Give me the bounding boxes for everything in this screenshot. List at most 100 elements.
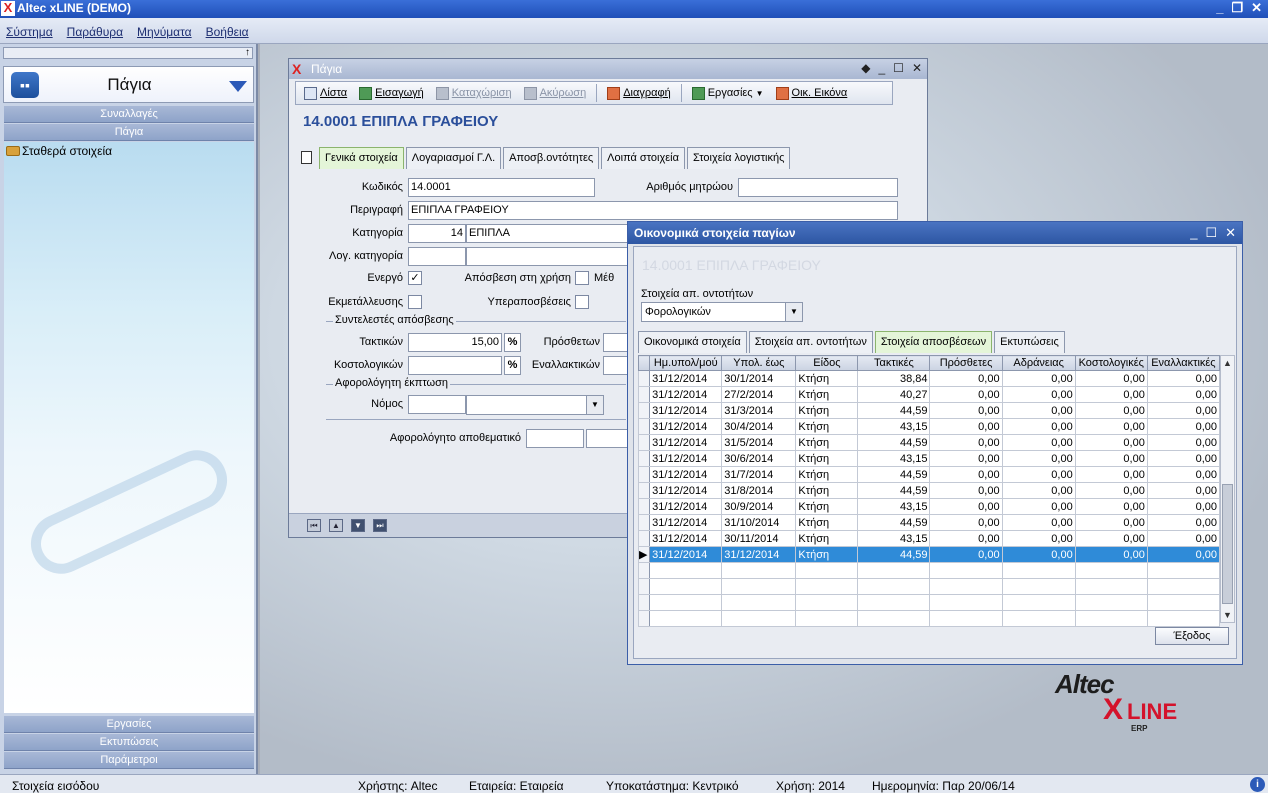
tab-economic-data[interactable]: Οικονομικά στοιχεία xyxy=(638,331,747,353)
table-cell[interactable]: 0,00 xyxy=(1146,546,1221,563)
panel-splitter[interactable]: ↑ xyxy=(3,47,253,59)
tab-depreciation-data[interactable]: Στοιχεία αποσβέσεων xyxy=(874,331,993,353)
restore-icon[interactable]: ❐ xyxy=(1231,0,1243,16)
table-cell[interactable] xyxy=(721,610,797,627)
table-cell[interactable]: 30/9/2014 xyxy=(721,498,797,515)
close-icon[interactable]: ✕ xyxy=(1225,225,1236,241)
maximize-icon[interactable]: ☐ xyxy=(893,61,904,75)
table-cell[interactable] xyxy=(1074,578,1148,595)
table-cell[interactable]: 0,00 xyxy=(1074,530,1148,547)
menu-messages[interactable]: Μηνύματα xyxy=(137,25,192,39)
table-cell[interactable]: 0,00 xyxy=(1074,482,1148,499)
table-cell[interactable]: 31/12/2014 xyxy=(649,466,723,483)
sidebar-section-transactions[interactable]: Συναλλαγές xyxy=(4,106,254,123)
table-cell[interactable]: 0,00 xyxy=(929,402,1003,419)
table-cell[interactable]: 0,00 xyxy=(1001,530,1076,547)
table-cell[interactable]: Κτήση xyxy=(795,546,859,563)
sidebar-section-parameters[interactable]: Παράμετροι xyxy=(4,752,254,769)
table-cell[interactable]: 0,00 xyxy=(1074,434,1148,451)
table-cell[interactable]: Κτήση xyxy=(795,482,859,499)
depreciation-in-use-checkbox[interactable] xyxy=(575,271,589,285)
table-cell[interactable]: 0,00 xyxy=(1146,450,1221,467)
table-row[interactable] xyxy=(637,594,1221,611)
table-cell[interactable]: 0,00 xyxy=(929,514,1003,531)
table-cell[interactable] xyxy=(649,578,723,595)
sidebar-section-prints[interactable]: Εκτυπώσεις xyxy=(4,734,254,751)
table-cell[interactable]: 44,59 xyxy=(857,514,931,531)
tab-prints[interactable]: Εκτυπώσεις xyxy=(994,331,1065,353)
table-cell[interactable] xyxy=(1146,594,1221,611)
table-cell[interactable]: 31/12/2014 xyxy=(649,370,723,387)
law-code-field[interactable] xyxy=(408,395,466,414)
table-row[interactable]: 31/12/2014 27/2/2014 Κτήση 40,27 0,00 0,00 0,0… xyxy=(637,386,1221,403)
exploitation-checkbox[interactable] xyxy=(408,295,422,309)
table-cell[interactable]: 44,59 xyxy=(857,546,931,563)
import-button[interactable]: Εισαγωγή xyxy=(355,86,428,100)
table-cell[interactable] xyxy=(795,578,859,595)
table-cell[interactable] xyxy=(857,594,931,611)
table-cell[interactable]: 0,00 xyxy=(1146,370,1221,387)
table-cell[interactable]: 31/5/2014 xyxy=(721,434,797,451)
tab-gl-accounts[interactable]: Λογαριασμοί Γ.Λ. xyxy=(405,147,502,169)
regular-rate-field[interactable]: 15,00 xyxy=(408,333,502,352)
pin-icon[interactable]: ↑ xyxy=(245,47,250,58)
table-cell[interactable]: 31/12/2014 xyxy=(649,514,723,531)
table-cell[interactable] xyxy=(1146,562,1221,579)
table-cell[interactable]: Κτήση xyxy=(795,450,859,467)
table-row[interactable]: 31/12/2014 31/8/2014 Κτήση 44,59 0,00 0,00 0,0… xyxy=(637,482,1221,499)
table-cell[interactable]: 31/12/2014 xyxy=(649,530,723,547)
table-cell[interactable]: 27/2/2014 xyxy=(721,386,797,403)
table-cell[interactable]: 0,00 xyxy=(1074,546,1148,563)
first-record-button[interactable]: ⏮ xyxy=(307,519,321,532)
table-cell[interactable] xyxy=(1001,610,1076,627)
table-cell[interactable]: 0,00 xyxy=(1074,498,1148,515)
table-cell[interactable]: 30/6/2014 xyxy=(721,450,797,467)
table-cell[interactable]: 0,00 xyxy=(929,466,1003,483)
sidebar-section-assets[interactable]: Πάγια xyxy=(4,124,254,141)
table-cell[interactable]: 31/7/2014 xyxy=(721,466,797,483)
table-row[interactable] xyxy=(637,578,1221,595)
table-cell[interactable]: 31/12/2014 xyxy=(649,546,723,563)
menu-windows[interactable]: Παράθυρα xyxy=(67,25,123,39)
table-cell[interactable]: 31/12/2014 xyxy=(649,450,723,467)
table-row[interactable]: ▶ 31/12/2014 31/12/2014 Κτήση 44,59 0,00 0,00 0… xyxy=(637,546,1221,563)
delete-button[interactable]: Διαγραφή xyxy=(603,86,675,100)
table-cell[interactable] xyxy=(649,562,723,579)
tab-other[interactable]: Λοιπά στοιχεία xyxy=(601,147,685,169)
table-cell[interactable]: 30/1/2014 xyxy=(721,370,797,387)
table-cell[interactable]: 31/12/2014 xyxy=(649,418,723,435)
table-cell[interactable] xyxy=(795,594,859,611)
table-cell[interactable]: 0,00 xyxy=(1001,546,1076,563)
table-row[interactable]: 31/12/2014 31/5/2014 Κτήση 44,59 0,00 0,00 0,0… xyxy=(637,434,1221,451)
table-cell[interactable] xyxy=(1146,578,1221,595)
list-button[interactable]: Λίστα xyxy=(300,86,351,100)
table-cell[interactable]: 0,00 xyxy=(1074,450,1148,467)
table-cell[interactable]: 0,00 xyxy=(1146,514,1221,531)
overdepreciation-checkbox[interactable] xyxy=(575,295,589,309)
last-record-button[interactable]: ⏭ xyxy=(373,519,387,532)
table-cell[interactable]: 0,00 xyxy=(1074,466,1148,483)
economic-window-titlebar[interactable]: Οικονομικά στοιχεία παγίων _ ☐ ✕ xyxy=(628,222,1242,244)
table-cell[interactable] xyxy=(929,594,1003,611)
notes-icon[interactable] xyxy=(301,151,312,164)
table-cell[interactable] xyxy=(649,610,723,627)
table-row[interactable]: 31/12/2014 30/6/2014 Κτήση 43,15 0,00 0,00 0,0… xyxy=(637,450,1221,467)
tasks-button[interactable]: Εργασίες ▼ xyxy=(688,86,768,100)
table-cell[interactable]: 0,00 xyxy=(929,370,1003,387)
panel-header[interactable]: ▪▪ Πάγια xyxy=(3,66,254,103)
table-cell[interactable]: 40,27 xyxy=(857,386,931,403)
table-cell[interactable] xyxy=(857,610,931,627)
table-cell[interactable]: Κτήση xyxy=(795,530,859,547)
table-cell[interactable] xyxy=(1146,610,1221,627)
table-cell[interactable]: 44,59 xyxy=(857,466,931,483)
table-cell[interactable]: 0,00 xyxy=(1001,482,1076,499)
table-cell[interactable] xyxy=(649,594,723,611)
table-cell[interactable]: 0,00 xyxy=(1001,450,1076,467)
scroll-thumb[interactable] xyxy=(1222,484,1233,604)
table-cell[interactable]: 43,15 xyxy=(857,450,931,467)
registry-number-field[interactable] xyxy=(738,178,898,197)
table-cell[interactable]: Κτήση xyxy=(795,466,859,483)
table-cell[interactable]: 0,00 xyxy=(929,546,1003,563)
table-cell[interactable] xyxy=(1001,594,1076,611)
table-cell[interactable] xyxy=(929,562,1003,579)
